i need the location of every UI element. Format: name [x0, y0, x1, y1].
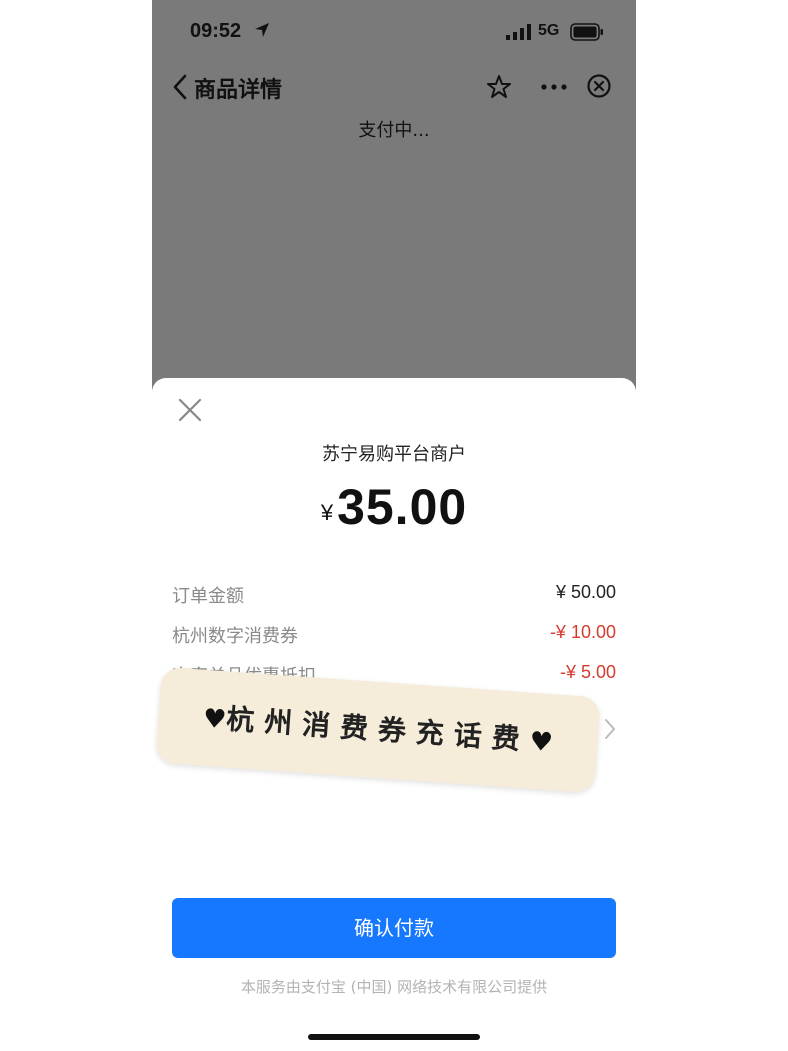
star-icon[interactable] [486, 74, 512, 104]
row-value: -¥ 10.00 [549, 622, 616, 642]
payment-processing-text: 支付中... [358, 120, 430, 141]
chevron-right-icon[interactable] [604, 718, 616, 744]
payment-sheet: 苏宁易购平台商户 ¥35.00 订单金额 ¥ 50.00 杭州数字消费券 -¥ … [152, 378, 636, 1051]
heart-icon: ♥ [201, 703, 228, 736]
network-type-label: 5G [538, 22, 560, 39]
row-label: 杭州数字消费券 [172, 626, 298, 647]
order-amount-row: 订单金额 ¥ 50.00 [172, 582, 616, 608]
row-value: -¥ 5.00 [559, 662, 616, 682]
merchant-name: 苏宁易购平台商户 [322, 444, 466, 465]
phone-screen: 09:52 5G 商品详情 支付中... 苏宁易购平台商户 ¥35.00 订单金… [152, 0, 636, 1051]
confirm-payment-button[interactable]: 确认付款 [172, 898, 616, 958]
navigation-bar: 商品详情 [152, 64, 636, 110]
currency-symbol: ¥ [320, 500, 334, 525]
back-chevron-icon[interactable] [172, 74, 188, 104]
home-indicator[interactable] [308, 1034, 480, 1040]
payment-amount: ¥35.00 [152, 478, 636, 536]
service-provider-footer: 本服务由支付宝 (中国) 网络技术有限公司提供 [240, 978, 548, 996]
heart-icon: ♥ [528, 726, 554, 759]
status-bar: 09:52 5G [152, 0, 636, 64]
close-circle-icon[interactable] [586, 73, 612, 103]
location-arrow-icon [254, 22, 270, 42]
row-label: 订单金额 [172, 586, 244, 607]
amount-value: 35.00 [337, 479, 468, 535]
sticker-caption: 杭州消费券充话费 [225, 702, 531, 757]
cellular-signal-icon [506, 24, 532, 44]
status-time: 09:52 [190, 20, 242, 42]
page-title: 商品详情 [194, 78, 283, 103]
battery-icon [570, 23, 604, 45]
dimmed-page-overlay: 09:52 5G 商品详情 支付中... [152, 0, 636, 400]
row-value: ¥ 50.00 [555, 582, 616, 602]
more-options-icon[interactable] [540, 74, 568, 104]
voucher-row: 杭州数字消费券 -¥ 10.00 [172, 622, 616, 648]
close-icon[interactable] [176, 396, 204, 428]
